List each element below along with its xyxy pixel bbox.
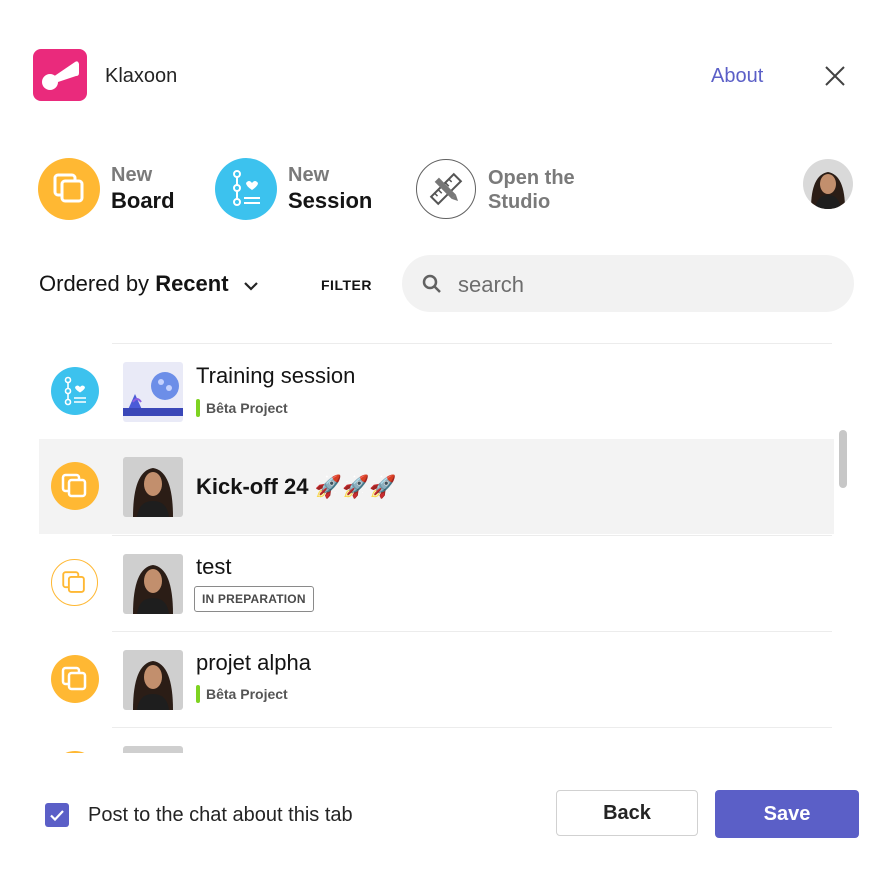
sort-prefix: Ordered by	[39, 271, 150, 296]
new-board-button[interactable]: New Board	[38, 158, 188, 220]
search-box	[402, 255, 854, 312]
back-button[interactable]: Back	[556, 790, 698, 836]
save-button[interactable]: Save	[715, 790, 859, 838]
list-item[interactable]: projet alpha Bêta Project	[39, 632, 834, 727]
avatar[interactable]	[803, 159, 853, 209]
item-thumbnail	[123, 457, 183, 517]
board-icon	[51, 462, 99, 510]
session-icon	[215, 158, 277, 220]
new-session-line2: Session	[288, 188, 373, 213]
studio-ruler-pencil-icon	[416, 159, 476, 219]
session-icon	[51, 367, 99, 415]
new-board-line1: New	[111, 164, 153, 186]
list-item[interactable]: Kick-off 24 🚀🚀🚀	[39, 439, 834, 534]
list-item[interactable]: test IN PREPARATION	[39, 536, 834, 631]
status-badge: IN PREPARATION	[194, 586, 314, 612]
board-outline-icon	[51, 559, 98, 606]
list-item[interactable]	[39, 728, 834, 753]
open-studio-line1: Open the	[488, 167, 575, 189]
item-thumbnail	[123, 554, 183, 614]
about-link[interactable]: About	[711, 65, 763, 88]
sort-value: Recent	[155, 271, 229, 296]
item-thumbnail	[123, 650, 183, 710]
board-icon	[51, 655, 99, 703]
chevron-down-icon	[243, 272, 259, 298]
item-title: Training session	[196, 363, 356, 388]
filter-button[interactable]: FILTER	[321, 277, 372, 293]
board-icon	[51, 751, 99, 753]
item-tag: Bêta Project	[196, 399, 288, 417]
checkmark-icon	[45, 810, 69, 831]
open-studio-line2: Studio	[488, 191, 551, 213]
post-to-chat-checkbox[interactable]	[45, 803, 69, 827]
item-title: test	[196, 554, 232, 579]
list-scrollbar[interactable]	[839, 430, 847, 488]
item-list: Training session Bêta Project Kick-off 2…	[0, 343, 891, 753]
search-icon	[422, 274, 442, 299]
new-board-line2: Board	[111, 188, 175, 213]
new-session-line1: New	[288, 164, 330, 186]
item-title: projet alpha	[196, 650, 311, 675]
list-item[interactable]: Training session Bêta Project	[39, 344, 834, 439]
item-thumbnail	[123, 362, 183, 422]
item-thumbnail	[123, 746, 183, 753]
search-input[interactable]	[456, 269, 840, 301]
app-name: Klaxoon	[105, 65, 178, 87]
sort-dropdown[interactable]: Ordered by Recent	[39, 271, 259, 298]
klaxoon-logo-icon	[33, 49, 87, 101]
item-tag: Bêta Project	[196, 685, 288, 703]
open-studio-button[interactable]: Open the Studio	[416, 158, 596, 220]
board-icon	[38, 158, 100, 220]
close-icon[interactable]	[821, 62, 849, 90]
new-session-button[interactable]: New Session	[215, 158, 385, 220]
item-title: Kick-off 24 🚀🚀🚀	[196, 474, 397, 499]
post-to-chat-label: Post to the chat about this tab	[88, 804, 353, 826]
